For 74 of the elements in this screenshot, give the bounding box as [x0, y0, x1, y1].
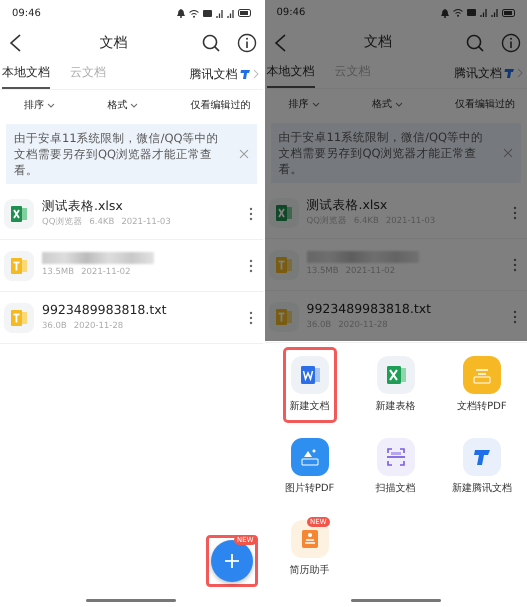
signal-icon: [226, 8, 234, 18]
more-icon[interactable]: [248, 310, 252, 324]
search-icon[interactable]: [200, 33, 220, 53]
close-icon[interactable]: [238, 149, 248, 159]
status-time: 09:46: [12, 6, 41, 20]
tab[interactable]: 本地文档: [2, 63, 50, 89]
home-indicator[interactable]: [350, 598, 441, 602]
filter-dropdown[interactable]: 排序: [288, 96, 308, 112]
text-file-icon: [11, 310, 27, 326]
file-name: 9923489983818.txt: [306, 301, 432, 318]
home-indicator[interactable]: [86, 598, 176, 602]
chevron-down-icon: [46, 101, 56, 109]
page-title: 文档: [362, 33, 393, 52]
action-button[interactable]: 图片转PDF: [278, 429, 342, 505]
tencent-docs-link[interactable]: 腾讯文档: [454, 64, 502, 82]
hd-icon: [467, 9, 476, 16]
word-document-icon: [298, 364, 321, 386]
text-file-icon: [276, 256, 292, 272]
bell-icon: [176, 8, 184, 18]
tencent-docs-link[interactable]: 腾讯文档: [190, 65, 238, 83]
chevron-down-icon: [310, 100, 320, 108]
signal-icon: [216, 8, 222, 18]
battery-icon: [502, 8, 515, 17]
filter-dropdown[interactable]: 格式: [372, 96, 392, 112]
text-file-icon: [11, 258, 27, 274]
file-meta: 13.5MB: [42, 266, 74, 279]
file-meta: 36.0B: [42, 320, 67, 333]
file-name: 9923489983818.txt: [42, 302, 168, 318]
battery-icon: [238, 9, 250, 17]
tencent-docs-icon: [240, 68, 250, 80]
action-button[interactable]: 新建表格: [368, 347, 423, 423]
wifi-icon: [188, 8, 198, 18]
edited-filter[interactable]: 仅看编辑过的: [455, 96, 515, 112]
signal-icon: [480, 8, 487, 18]
more-icon[interactable]: [513, 206, 517, 220]
file-meta: 2021-11-03: [121, 216, 171, 229]
status-time: 09:46: [276, 6, 306, 20]
filter-dropdown[interactable]: 排序: [24, 98, 44, 112]
action-button[interactable]: 扫描文档: [368, 429, 423, 505]
chevron-right-icon: [252, 69, 258, 79]
file-name: 测试表格.xlsx: [306, 197, 388, 214]
plus-icon: [224, 553, 240, 569]
page-title: 文档: [98, 34, 128, 52]
signal-icon: [491, 8, 498, 18]
info-icon[interactable]: [236, 33, 256, 53]
spreadsheet-file-icon: [276, 204, 292, 220]
file-meta: 2021-11-02: [81, 266, 130, 279]
chevron-down-icon: [394, 100, 404, 108]
action-button[interactable]: 文档转PDF: [450, 347, 514, 423]
notice-text: 由于安卓11系统限制，微信/QQ等中的文档需要另存到QQ浏览器才能正常查看。: [278, 129, 484, 177]
action-button[interactable]: 新建腾讯文档: [444, 429, 519, 505]
action-button[interactable]: 新建文档: [282, 347, 337, 423]
file-meta: QQ浏览器: [42, 216, 82, 229]
tencent-docs-icon: [504, 68, 515, 79]
text-file-icon: [276, 308, 292, 324]
spreadsheet-file-icon: [11, 206, 27, 222]
more-icon[interactable]: [248, 206, 252, 220]
hd-icon: [202, 10, 212, 16]
file-meta: 6.4KB: [89, 216, 114, 229]
wifi-icon: [453, 8, 463, 18]
spreadsheet-icon: [384, 364, 407, 386]
file-meta: 2020-11-28: [74, 320, 124, 333]
bell-icon: [441, 8, 449, 18]
chevron-right-icon: [517, 68, 523, 78]
filter-dropdown[interactable]: 格式: [107, 98, 128, 112]
notice-text: 由于安卓11系统限制，微信/QQ等中的文档需要另存到QQ浏览器才能正常查看。: [14, 130, 220, 178]
edited-filter[interactable]: 仅看编辑过的: [190, 98, 250, 112]
tab[interactable]: 本地文档: [266, 62, 314, 88]
more-icon[interactable]: [513, 258, 517, 272]
more-icon[interactable]: [513, 310, 517, 324]
chevron-down-icon: [129, 101, 140, 109]
more-icon[interactable]: [248, 258, 252, 272]
scan-icon: [384, 446, 407, 468]
file-name: 测试表格.xlsx: [42, 198, 124, 214]
